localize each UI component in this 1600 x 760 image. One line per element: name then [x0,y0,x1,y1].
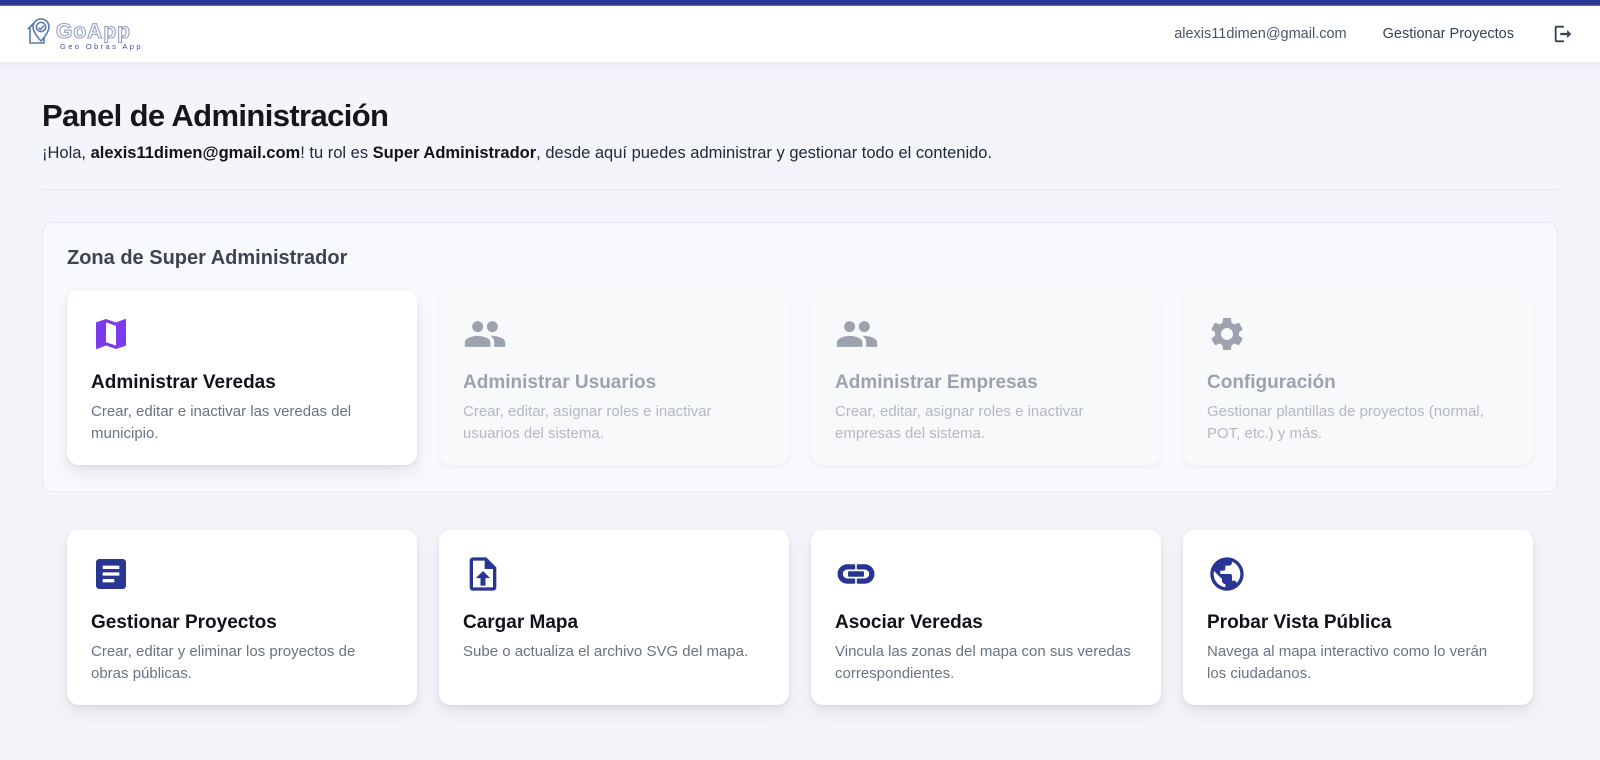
app-logo[interactable]: GoApp Geo Obras App [18,11,168,57]
map-icon [91,314,393,354]
card-description: Crear, editar, asignar roles e inactivar… [463,401,765,445]
logout-icon [1552,23,1574,45]
greeting-middle: ! tu rol es [300,144,372,162]
page-title: Panel de Administración [42,98,1558,134]
greeting-suffix: , desde aquí puedes administrar y gestio… [536,144,992,162]
card-description: Crear, editar y eliminar los proyectos d… [91,641,393,685]
document-icon [91,554,393,594]
card-cargar-mapa[interactable]: Cargar Mapa Sube o actualiza el archivo … [439,530,789,705]
people-icon [463,314,765,354]
card-title: Administrar Empresas [835,372,1137,394]
card-description: Navega al mapa interactivo como lo verán… [1207,641,1509,685]
upload-file-icon [463,554,765,594]
card-administrar-usuarios[interactable]: Administrar Usuarios Crear, editar, asig… [439,290,789,465]
card-asociar-veredas[interactable]: Asociar Veredas Vincula las zonas del ma… [811,530,1161,705]
app-header: GoApp Geo Obras App alexis11dimen@gmail.… [0,6,1600,62]
greeting-prefix: ¡Hola, [42,144,91,162]
greeting-text: ¡Hola, alexis11dimen@gmail.com! tu rol e… [42,144,1558,163]
card-description: Sube o actualiza el archivo SVG del mapa… [463,641,765,663]
link-icon [835,554,1137,594]
card-description: Gestionar plantillas de proyectos (norma… [1207,401,1509,445]
card-administrar-empresas[interactable]: Administrar Empresas Crear, editar, asig… [811,290,1161,465]
admin-dashboard: Panel de Administración ¡Hola, alexis11d… [0,98,1600,705]
card-title: Administrar Veredas [91,372,393,394]
card-title: Probar Vista Pública [1207,612,1509,634]
card-title: Gestionar Proyectos [91,612,393,634]
super-admin-zone: Zona de Super Administrador Administrar … [42,222,1558,492]
card-title: Configuración [1207,372,1509,394]
super-admin-zone-title: Zona de Super Administrador [67,247,1533,270]
nav-gestionar-proyectos[interactable]: Gestionar Proyectos [1383,26,1514,42]
card-title: Administrar Usuarios [463,372,765,394]
card-description: Vincula las zonas del mapa con sus vered… [835,641,1137,685]
logo-title: GoApp [56,20,131,43]
globe-icon [1207,554,1509,594]
greeting-role: Super Administrador [373,144,537,162]
people-icon [835,314,1137,354]
card-description: Crear, editar, asignar roles e inactivar… [835,401,1137,445]
user-email: alexis11dimen@gmail.com [1174,26,1346,42]
greeting-email: alexis11dimen@gmail.com [91,144,301,162]
card-gestionar-proyectos[interactable]: Gestionar Proyectos Crear, editar y elim… [67,530,417,705]
card-administrar-veredas[interactable]: Administrar Veredas Crear, editar e inac… [67,290,417,465]
geoapp-logo-graphic: GoApp Geo Obras App [18,11,168,57]
card-title: Asociar Veredas [835,612,1137,634]
logo-subtitle: Geo Obras App [60,42,143,51]
card-probar-vista-publica[interactable]: Probar Vista Pública Navega al mapa inte… [1183,530,1533,705]
card-title: Cargar Mapa [463,612,765,634]
card-configuracion[interactable]: Configuración Gestionar plantillas de pr… [1183,290,1533,465]
divider [42,189,1558,190]
action-card-grid: Gestionar Proyectos Crear, editar y elim… [67,530,1533,705]
card-description: Crear, editar e inactivar las veredas de… [91,401,393,445]
admin-zone-card-grid: Administrar Veredas Crear, editar e inac… [67,290,1533,465]
logout-button[interactable] [1550,21,1576,47]
gear-icon [1207,314,1509,354]
